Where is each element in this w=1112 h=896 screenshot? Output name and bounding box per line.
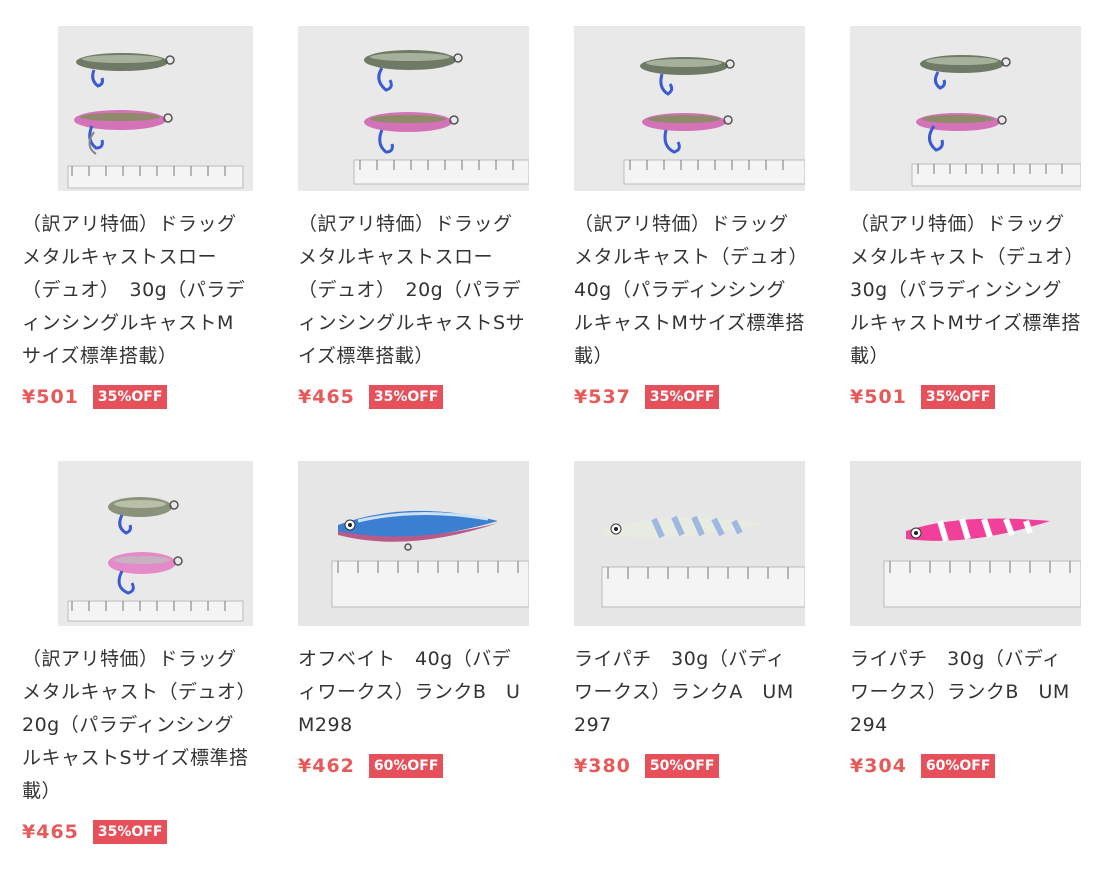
discount-badge: 35%OFF xyxy=(920,385,996,409)
product-image[interactable] xyxy=(850,461,1081,626)
discount-badge: 35%OFF xyxy=(92,820,168,844)
price-row: ¥537 35%OFF xyxy=(574,385,805,409)
discount-badge: 35%OFF xyxy=(644,385,720,409)
product-image[interactable] xyxy=(298,461,529,626)
twin-lure-photo-icon xyxy=(850,26,1081,191)
glow-jig-photo-icon xyxy=(574,461,805,626)
product-image[interactable] xyxy=(850,26,1081,191)
twin-lure-photo-icon xyxy=(58,26,253,191)
product-title[interactable]: （訳アリ特価）ドラッグメタルキャスト（デュオ） 40g（パラディンシングルキャス… xyxy=(574,208,818,373)
discount-badge: 60%OFF xyxy=(920,754,996,778)
product-price: ¥462 xyxy=(298,755,355,777)
product-card[interactable]: （訳アリ特価）ドラッグメタルキャスト（デュオ） 30g（パラディンシングルキャス… xyxy=(850,26,1094,461)
product-card[interactable]: ライパチ 30g（バディワークス）ランクB UM294 ¥304 60%OFF xyxy=(850,461,1081,896)
product-card[interactable]: （訳アリ特価）ドラッグメタルキャストスロー（デュオ） 30g（パラディンシングル… xyxy=(22,26,253,461)
twin-lure-photo-icon xyxy=(574,26,805,191)
product-image[interactable] xyxy=(574,461,805,626)
product-card[interactable]: オフベイト 40g（バディワークス）ランクB UM298 ¥462 60%OFF xyxy=(298,461,529,896)
product-image[interactable] xyxy=(574,26,805,191)
product-title[interactable]: （訳アリ特価）ドラッグメタルキャストスロー（デュオ） 20g（パラディンシングル… xyxy=(298,208,529,373)
product-grid: （訳アリ特価）ドラッグメタルキャストスロー（デュオ） 30g（パラディンシングル… xyxy=(22,26,1094,896)
price-row: ¥465 35%OFF xyxy=(22,820,253,844)
product-price: ¥465 xyxy=(22,821,79,843)
product-title[interactable]: （訳アリ特価）ドラッグメタルキャストスロー（デュオ） 30g（パラディンシングル… xyxy=(22,208,253,373)
discount-badge: 50%OFF xyxy=(644,754,720,778)
product-card[interactable]: ライパチ 30g（バディワークス）ランクA UM297 ¥380 50%OFF xyxy=(574,461,805,896)
product-image[interactable] xyxy=(58,26,253,191)
product-price: ¥304 xyxy=(850,755,907,777)
twin-lure-photo-icon xyxy=(298,26,529,191)
pink-jig-photo-icon xyxy=(850,461,1081,626)
product-image[interactable] xyxy=(58,461,253,626)
discount-badge: 35%OFF xyxy=(368,385,444,409)
blue-jig-photo-icon xyxy=(298,461,529,626)
price-row: ¥462 60%OFF xyxy=(298,754,529,778)
product-title[interactable]: （訳アリ特価）ドラッグメタルキャスト（デュオ） 30g（パラディンシングルキャス… xyxy=(850,208,1094,373)
product-title[interactable]: ライパチ 30g（バディワークス）ランクB UM294 xyxy=(850,643,1081,742)
product-title[interactable]: オフベイト 40g（バディワークス）ランクB UM298 xyxy=(298,643,529,742)
product-price: ¥501 xyxy=(22,386,79,408)
price-row: ¥304 60%OFF xyxy=(850,754,1081,778)
twin-lure-photo-icon xyxy=(58,461,253,626)
price-row: ¥501 35%OFF xyxy=(22,385,253,409)
product-price: ¥380 xyxy=(574,755,631,777)
product-card[interactable]: （訳アリ特価）ドラッグメタルキャスト（デュオ） 40g（パラディンシングルキャス… xyxy=(574,26,818,461)
product-card[interactable]: （訳アリ特価）ドラッグメタルキャスト（デュオ） 20g（パラディンシングルキャス… xyxy=(22,461,266,896)
product-price: ¥501 xyxy=(850,386,907,408)
price-row: ¥501 35%OFF xyxy=(850,385,1081,409)
product-price: ¥465 xyxy=(298,386,355,408)
discount-badge: 60%OFF xyxy=(368,754,444,778)
product-title[interactable]: （訳アリ特価）ドラッグメタルキャスト（デュオ） 20g（パラディンシングルキャス… xyxy=(22,643,266,808)
product-price: ¥537 xyxy=(574,386,631,408)
product-image[interactable] xyxy=(298,26,529,191)
price-row: ¥465 35%OFF xyxy=(298,385,529,409)
product-card[interactable]: （訳アリ特価）ドラッグメタルキャストスロー（デュオ） 20g（パラディンシングル… xyxy=(298,26,529,461)
product-title[interactable]: ライパチ 30g（バディワークス）ランクA UM297 xyxy=(574,643,805,742)
discount-badge: 35%OFF xyxy=(92,385,168,409)
price-row: ¥380 50%OFF xyxy=(574,754,805,778)
